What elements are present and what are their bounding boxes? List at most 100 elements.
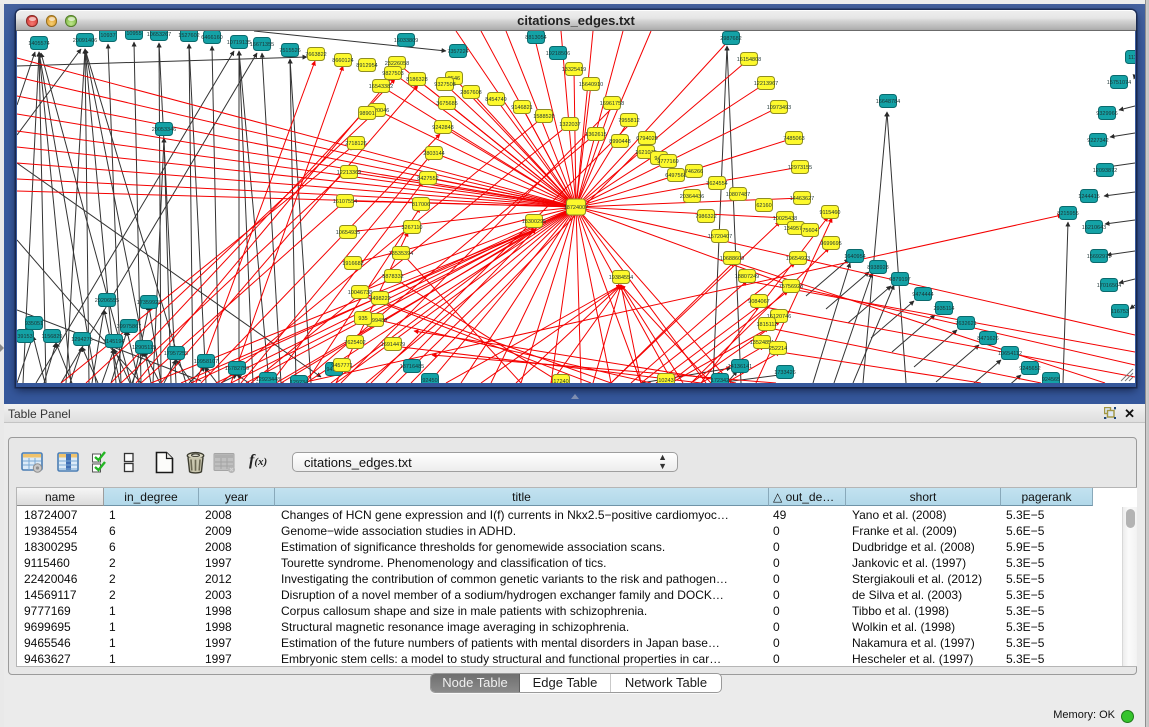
svg-text:8813054: 8813054	[525, 35, 546, 41]
svg-text:1156829: 1156829	[41, 334, 62, 340]
svg-text:935051: 935051	[25, 321, 43, 327]
svg-text:20206555: 20206555	[95, 298, 119, 304]
svg-text:8938928: 8938928	[867, 265, 888, 271]
svg-text:15751074: 15751074	[1107, 80, 1131, 86]
svg-text:10958107: 10958107	[194, 359, 218, 365]
svg-text:1322037: 1322037	[559, 122, 580, 128]
svg-text:2935114: 2935114	[933, 306, 954, 312]
svg-text:1815112: 1815112	[756, 322, 777, 328]
svg-text:746266: 746266	[685, 169, 703, 175]
svg-text:8427552: 8427552	[417, 176, 438, 182]
svg-text:9242848: 9242848	[432, 125, 453, 131]
svg-text:116753: 116753	[1111, 309, 1129, 315]
svg-text:16961758: 16961758	[600, 101, 624, 107]
svg-text:13716485: 13716485	[400, 364, 424, 370]
svg-text:17016504: 17016504	[1097, 283, 1121, 289]
svg-text:16914479: 16914479	[381, 342, 405, 348]
svg-text:1294275: 1294275	[71, 337, 92, 343]
svg-text:9146821: 9146821	[511, 105, 532, 111]
svg-text:2718126: 2718126	[345, 141, 366, 147]
svg-text:8215955: 8215955	[1057, 211, 1078, 217]
svg-text:17240: 17240	[553, 379, 568, 383]
svg-text:10243: 10243	[658, 378, 673, 383]
svg-text:7663822: 7663822	[305, 52, 326, 58]
svg-text:20364436: 20364436	[680, 194, 704, 200]
svg-text:12905115: 12905115	[132, 345, 156, 351]
svg-text:62160: 62160	[756, 203, 771, 209]
svg-text:9474444: 9474444	[912, 292, 933, 298]
svg-text:7955812: 7955812	[618, 118, 639, 124]
svg-text:1588520: 1588520	[533, 114, 554, 120]
svg-text:9699695: 9699695	[820, 241, 841, 247]
svg-text:7357224: 7357224	[447, 49, 468, 55]
svg-text:1640954: 1640954	[844, 254, 865, 260]
svg-text:2987682: 2987682	[720, 36, 741, 42]
svg-text:15692971: 15692971	[1087, 254, 1111, 260]
svg-text:39153: 39153	[17, 334, 32, 340]
svg-text:3267110: 3267110	[401, 225, 422, 231]
svg-text:3675685: 3675685	[436, 101, 457, 107]
svg-text:39975867: 39975867	[117, 324, 141, 330]
svg-text:8454749: 8454749	[485, 97, 506, 103]
svg-text:19654923: 19654923	[786, 256, 810, 262]
svg-text:1733426: 1733426	[774, 370, 795, 376]
svg-text:17359928: 17359928	[137, 300, 161, 306]
svg-text:16033809: 16033809	[394, 38, 418, 44]
svg-text:1117: 1117	[1128, 55, 1135, 61]
svg-text:17957255: 17957255	[164, 351, 188, 357]
svg-text:6794028: 6794028	[636, 136, 657, 142]
svg-text:18807249: 18807249	[735, 274, 759, 280]
svg-text:7485063: 7485063	[783, 136, 804, 142]
svg-text:1527602: 1527602	[178, 33, 199, 39]
svg-text:8912954: 8912954	[356, 63, 377, 69]
svg-text:10653267: 10653267	[147, 32, 171, 38]
svg-text:2867608: 2867608	[460, 90, 481, 96]
svg-text:16543382: 16543382	[369, 84, 393, 90]
svg-text:9227342: 9227342	[1087, 138, 1108, 144]
svg-text:12213369: 12213369	[337, 170, 361, 176]
svg-text:1405574: 1405574	[28, 41, 49, 47]
svg-text:9245652: 9245652	[1019, 366, 1040, 372]
svg-text:12973155: 12973155	[788, 165, 812, 171]
svg-text:9329966: 9329966	[1096, 111, 1117, 117]
svg-text:13325419: 13325419	[562, 67, 586, 73]
svg-text:20053346: 20053346	[152, 127, 176, 133]
svg-text:9457771: 9457771	[331, 363, 352, 369]
svg-text:12923448: 12923448	[256, 377, 280, 383]
svg-text:19384554: 19384554	[609, 275, 633, 281]
svg-text:6466160: 6466160	[201, 35, 222, 41]
svg-text:13535394: 13535394	[389, 251, 413, 257]
svg-text:6497568: 6497568	[665, 173, 686, 179]
svg-text:935: 935	[358, 316, 367, 322]
svg-text:3624554: 3624554	[706, 181, 727, 187]
svg-text:10654935: 10654935	[336, 230, 360, 236]
svg-text:1916682: 1916682	[342, 261, 363, 267]
svg-text:10719135: 10719135	[227, 40, 251, 46]
svg-text:10955: 10955	[126, 31, 141, 37]
svg-text:8186328: 8186328	[406, 77, 427, 83]
svg-text:10688609: 10688609	[720, 256, 744, 262]
svg-text:16107554: 16107554	[333, 199, 357, 205]
svg-text:98901: 98901	[359, 111, 374, 117]
svg-text:16210643: 16210643	[1082, 225, 1106, 231]
svg-text:12213967: 12213967	[754, 81, 778, 87]
svg-text:16154808: 16154808	[737, 57, 761, 63]
svg-text:14136141: 14136141	[728, 364, 752, 370]
svg-text:9084067: 9084067	[748, 299, 769, 305]
svg-text:15640910: 15640910	[579, 82, 603, 88]
svg-text:8660124: 8660124	[332, 58, 353, 64]
svg-text:19218506: 19218506	[546, 51, 570, 57]
svg-text:7515526: 7515526	[279, 48, 300, 54]
svg-text:129234: 129234	[290, 380, 308, 383]
svg-text:7632621: 7632621	[955, 321, 976, 327]
svg-text:75604: 75604	[802, 228, 817, 234]
svg-text:5878332: 5878332	[382, 274, 403, 280]
svg-text:9827503: 9827503	[382, 71, 403, 77]
svg-text:10973493: 10973493	[767, 105, 791, 111]
svg-text:9115460: 9115460	[819, 210, 840, 216]
svg-text:1244415: 1244415	[1078, 194, 1099, 200]
svg-text:252214: 252214	[769, 346, 787, 352]
svg-text:924565: 924565	[1042, 377, 1060, 383]
svg-text:16648784: 16648784	[876, 99, 900, 105]
svg-text:10654112: 10654112	[998, 351, 1022, 357]
